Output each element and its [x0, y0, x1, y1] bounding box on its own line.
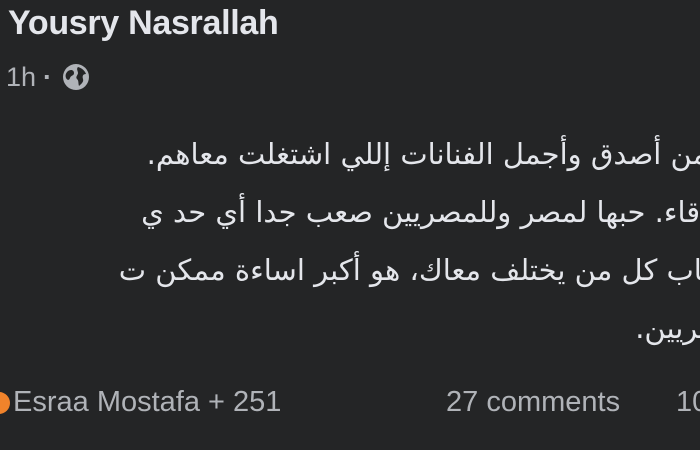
post-body-line: صدقاء. حبها لمصر وللمصريين صعب جدا أي حد…: [141, 195, 700, 229]
post-body-text: ي من أصدق وأجمل الفنانات إللي اشتغلت معا…: [0, 125, 700, 357]
shares-count[interactable]: 10: [676, 386, 700, 419]
haha-reaction-icon[interactable]: [0, 392, 10, 414]
post-author-name[interactable]: Yousry Nasrallah: [8, 4, 279, 43]
post-footer: Esraa Mostafa + 251 27 comments 10: [0, 382, 700, 428]
facebook-post: Yousry Nasrallah 1h · ي من أصدق وأجمل ال…: [0, 0, 700, 450]
meta-separator: ·: [43, 61, 53, 92]
post-body-line: إرهاب كل من يختلف معاك، هو أكبر اساءة مم…: [118, 253, 700, 287]
post-body-line: ي من أصدق وأجمل الفنانات إللي اشتغلت معا…: [146, 137, 700, 171]
comments-count[interactable]: 27 comments: [446, 386, 620, 419]
post-meta: 1h ·: [6, 60, 91, 94]
globe-icon: [61, 62, 91, 92]
reactors-summary[interactable]: Esraa Mostafa + 251: [13, 386, 281, 419]
post-timestamp[interactable]: 1h: [6, 62, 36, 93]
post-body-line: مصريين.: [635, 311, 700, 345]
